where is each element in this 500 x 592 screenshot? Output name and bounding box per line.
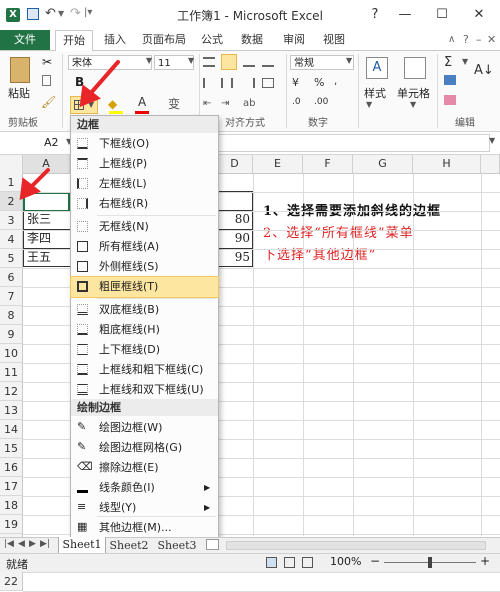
no-border-icon	[77, 221, 88, 232]
menu-item-left-border[interactable]: 左框线(L)	[71, 174, 218, 194]
menu-item-label: 双底框线(B)	[99, 303, 160, 316]
menu-item-label: 外侧框线(S)	[99, 260, 159, 273]
menu-item-line-color[interactable]: 线条颜色(I) ▶	[71, 478, 218, 498]
menu-item-label: 绘图边框(W)	[99, 421, 163, 434]
menu-item-outside-borders[interactable]: 外侧框线(S)	[71, 257, 218, 277]
menu-item-top-double-bottom-border[interactable]: 上框线和双下框线(U)	[71, 380, 218, 400]
menu-separator	[97, 215, 216, 216]
zoom-out-button[interactable]: −	[370, 554, 380, 568]
status-bar: 就绪 100% − +	[0, 553, 500, 572]
sheet-tab-bar: |◀ ◀ ▶ ▶| Sheet1 Sheet2 Sheet3	[0, 537, 500, 554]
pencil-grid-icon: ✎	[77, 440, 87, 453]
sheet-last-icon[interactable]: ▶|	[40, 539, 50, 549]
top-thick-bottom-border-icon	[77, 364, 88, 375]
page-layout-view-icon[interactable]	[284, 557, 295, 568]
zoom-in-button[interactable]: +	[480, 554, 490, 568]
thick-box-border-icon	[77, 281, 88, 292]
row-header[interactable]: 22	[0, 572, 23, 591]
menu-item-no-border[interactable]: 无框线(N)	[71, 217, 218, 237]
line-style-icon: ≡	[77, 500, 87, 513]
menu-section-borders: 边框	[71, 116, 218, 133]
insert-sheet-icon[interactable]	[206, 539, 219, 550]
menu-item-label: 线条颜色(I)	[99, 481, 155, 494]
submenu-arrow-icon: ▶	[204, 483, 211, 492]
menu-item-draw-border-grid[interactable]: ✎ 绘图边框网格(G)	[71, 438, 218, 458]
menu-item-line-style[interactable]: ≡ 线型(Y) ▶	[71, 498, 218, 518]
status-ready: 就绪	[6, 558, 28, 571]
menu-item-all-borders[interactable]: 所有框线(A)	[71, 237, 218, 257]
grid-row-line	[23, 572, 500, 573]
menu-separator	[97, 516, 216, 517]
submenu-arrow-icon: ▶	[204, 503, 211, 512]
menu-item-draw-border[interactable]: ✎ 绘图边框(W)	[71, 418, 218, 438]
horizontal-scrollbar[interactable]	[226, 541, 486, 550]
menu-item-label: 上下框线(D)	[99, 343, 161, 356]
menu-item-label: 上框线和双下框线(U)	[99, 383, 204, 396]
menu-section-draw-borders: 绘制边框	[71, 399, 218, 416]
menu-item-bottom-border[interactable]: 下框线(O)	[71, 134, 218, 154]
menu-item-label: 粗底框线(H)	[99, 323, 160, 336]
top-bottom-border-icon	[77, 344, 88, 355]
menu-item-label: 擦除边框(E)	[99, 461, 159, 474]
menu-item-more-borders[interactable]: ▦ 其他边框(M)...	[71, 518, 218, 538]
arrow-to-border-button	[88, 60, 120, 96]
zoom-level[interactable]: 100%	[330, 555, 361, 568]
pencil-icon: ✎	[77, 420, 87, 433]
top-double-bottom-border-icon	[77, 384, 88, 395]
menu-item-label: 线型(Y)	[99, 501, 137, 514]
normal-view-icon[interactable]	[266, 557, 277, 568]
sheet-prev-icon[interactable]: ◀	[18, 539, 25, 549]
thick-bottom-border-icon	[77, 324, 88, 335]
bottom-double-border-icon	[77, 304, 88, 315]
sheet-next-icon[interactable]: ▶	[29, 539, 36, 549]
bottom-border-icon	[77, 138, 88, 149]
right-border-icon	[77, 198, 88, 209]
outside-borders-icon	[77, 261, 88, 272]
menu-item-top-border[interactable]: 上框线(P)	[71, 154, 218, 174]
sheet-tab-2[interactable]: Sheet2	[106, 538, 152, 553]
zoom-slider-thumb[interactable]	[428, 557, 432, 568]
menu-item-thick-bottom-border[interactable]: 粗底框线(H)	[71, 320, 218, 340]
menu-item-thick-box-border[interactable]: 粗匣框线(T)	[70, 276, 219, 298]
menu-item-top-bottom-border[interactable]: 上下框线(D)	[71, 340, 218, 360]
menu-item-label: 上框线和粗下框线(C)	[99, 363, 204, 376]
menu-item-label: 左框线(L)	[99, 177, 147, 190]
menu-item-label: 右框线(R)	[99, 197, 149, 210]
all-borders-icon	[77, 241, 88, 252]
more-borders-icon: ▦	[77, 520, 88, 533]
menu-separator	[97, 298, 216, 299]
line-color-icon	[77, 481, 88, 493]
sheet-tab-1[interactable]: Sheet1	[58, 537, 106, 554]
menu-item-erase-border[interactable]: ⌫ 擦除边框(E)	[71, 458, 218, 478]
menu-item-label: 下框线(O)	[99, 137, 150, 150]
sheet-first-icon[interactable]: |◀	[4, 539, 14, 549]
menu-item-bottom-double-border[interactable]: 双底框线(B)	[71, 300, 218, 320]
menu-item-label: 其他边框(M)...	[99, 521, 172, 534]
menu-item-label: 上框线(P)	[99, 157, 148, 170]
menu-item-right-border[interactable]: 右框线(R)	[71, 194, 218, 214]
menu-item-label: 粗匣框线(T)	[99, 280, 159, 293]
left-border-icon	[77, 178, 88, 189]
menu-item-top-thick-bottom-border[interactable]: 上框线和粗下框线(C)	[71, 360, 218, 380]
eraser-icon: ⌫	[77, 460, 93, 473]
menu-item-label: 所有框线(A)	[99, 240, 160, 253]
menu-item-label: 无框线(N)	[99, 220, 149, 233]
menu-item-label: 绘图边框网格(G)	[99, 441, 183, 454]
border-dropdown-menu: 边框 下框线(O) 上框线(P) 左框线(L) 右框线(R) 无框线(N) 所有框线(A)…	[70, 115, 219, 540]
sheet-tab-3[interactable]: Sheet3	[154, 538, 200, 553]
page-break-view-icon[interactable]	[302, 557, 313, 568]
top-border-icon	[77, 158, 88, 169]
